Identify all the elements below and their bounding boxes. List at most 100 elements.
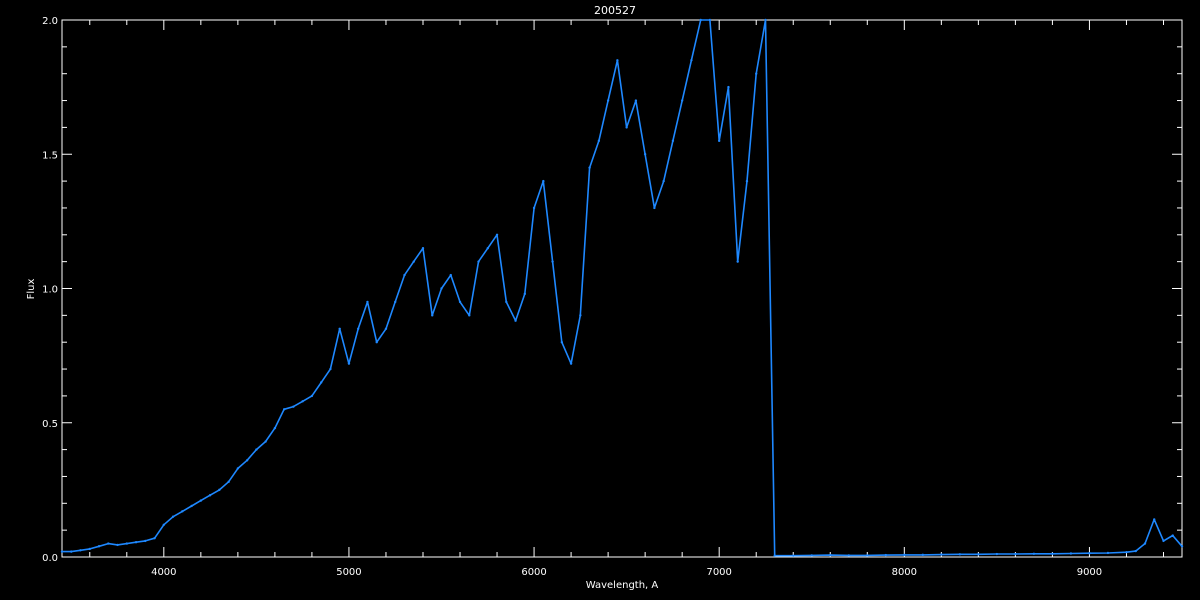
data-point bbox=[829, 553, 832, 557]
data-point bbox=[449, 273, 452, 277]
data-point bbox=[634, 99, 638, 102]
data-point bbox=[810, 554, 813, 557]
y-tick-label: 2.0 bbox=[42, 16, 58, 27]
data-point bbox=[88, 547, 91, 551]
data-point bbox=[847, 554, 850, 557]
data-point bbox=[199, 499, 203, 502]
data-point bbox=[1106, 551, 1110, 555]
data-point bbox=[79, 549, 82, 552]
data-point bbox=[181, 510, 184, 513]
data-point bbox=[60, 550, 64, 553]
x-tick-label: 7000 bbox=[706, 567, 731, 578]
data-point bbox=[125, 542, 128, 545]
data-point bbox=[708, 18, 712, 22]
data-point bbox=[264, 440, 267, 443]
data-point bbox=[597, 139, 601, 143]
data-point bbox=[144, 539, 147, 543]
data-point bbox=[1134, 549, 1137, 553]
data-point bbox=[764, 18, 767, 22]
y-tick-label: 0.5 bbox=[42, 419, 58, 430]
data-point bbox=[301, 400, 304, 403]
data-point bbox=[97, 545, 101, 548]
y-tick-label: 1.5 bbox=[42, 150, 58, 161]
data-point bbox=[662, 179, 665, 183]
data-point bbox=[107, 542, 110, 545]
data-point bbox=[440, 287, 443, 290]
data-point bbox=[792, 554, 795, 557]
data-point bbox=[412, 260, 415, 263]
x-tick-label: 4000 bbox=[151, 567, 176, 578]
data-point bbox=[606, 99, 610, 102]
data-point bbox=[431, 314, 434, 317]
data-point bbox=[1143, 542, 1147, 545]
data-point bbox=[1162, 539, 1165, 543]
data-point bbox=[190, 504, 193, 508]
data-point bbox=[736, 260, 739, 263]
data-point bbox=[153, 537, 156, 540]
data-point bbox=[551, 260, 554, 263]
data-point bbox=[653, 206, 656, 210]
y-tick-label: 1.0 bbox=[42, 285, 58, 296]
data-point bbox=[375, 341, 378, 344]
data-point bbox=[366, 300, 369, 304]
data-point bbox=[310, 394, 314, 398]
data-point bbox=[208, 494, 212, 497]
data-point bbox=[421, 247, 425, 250]
data-point bbox=[523, 292, 527, 296]
data-point bbox=[236, 467, 240, 470]
x-tick-label: 6000 bbox=[521, 567, 546, 578]
data-point bbox=[273, 426, 277, 430]
data-point bbox=[884, 553, 888, 557]
data-point bbox=[588, 166, 591, 169]
data-point bbox=[319, 381, 323, 384]
x-tick-label: 9000 bbox=[1077, 567, 1102, 578]
data-point bbox=[458, 300, 462, 304]
data-point bbox=[921, 553, 925, 557]
data-point bbox=[394, 300, 397, 304]
data-point bbox=[468, 314, 471, 317]
data-point bbox=[162, 523, 166, 526]
data-point bbox=[625, 126, 628, 129]
spectrum-chart: 200527 4000 5000 6000 7000 8000 9000 0.0 0.5 1.… bbox=[0, 0, 1200, 600]
data-point bbox=[616, 59, 619, 62]
data-point bbox=[727, 85, 730, 89]
y-tick-label: 0.0 bbox=[42, 553, 58, 564]
data-point bbox=[245, 459, 249, 462]
data-point bbox=[680, 99, 684, 102]
data-point bbox=[903, 553, 906, 557]
data-point bbox=[116, 543, 119, 547]
data-point bbox=[745, 179, 749, 183]
data-point bbox=[1125, 550, 1128, 554]
data-point bbox=[1051, 552, 1054, 555]
x-tick-label: 8000 bbox=[892, 567, 917, 578]
data-point bbox=[347, 362, 351, 365]
data-point bbox=[690, 59, 693, 62]
data-point bbox=[977, 553, 980, 556]
data-point bbox=[958, 553, 962, 556]
data-point bbox=[282, 408, 286, 411]
x-tick-label: 5000 bbox=[336, 567, 361, 578]
data-point bbox=[560, 341, 564, 344]
data-point bbox=[1069, 552, 1073, 555]
data-point bbox=[218, 488, 221, 492]
data-point bbox=[755, 72, 758, 75]
data-point bbox=[514, 319, 517, 322]
data-point bbox=[70, 550, 73, 553]
data-point bbox=[643, 153, 647, 156]
data-point bbox=[866, 554, 869, 557]
data-point bbox=[717, 139, 721, 143]
data-point bbox=[329, 367, 332, 371]
data-point bbox=[292, 405, 295, 408]
y-axis-title: Flux bbox=[26, 279, 37, 300]
x-axis-title: Wavelength, A bbox=[586, 580, 659, 591]
data-point bbox=[532, 206, 536, 210]
data-point bbox=[505, 300, 508, 304]
data-point bbox=[1088, 552, 1091, 555]
data-point bbox=[338, 327, 341, 330]
data-point bbox=[1180, 545, 1184, 548]
data-point bbox=[995, 552, 999, 556]
data-point bbox=[579, 314, 582, 317]
data-point bbox=[486, 247, 489, 250]
data-point bbox=[495, 233, 499, 236]
data-point bbox=[671, 139, 675, 143]
